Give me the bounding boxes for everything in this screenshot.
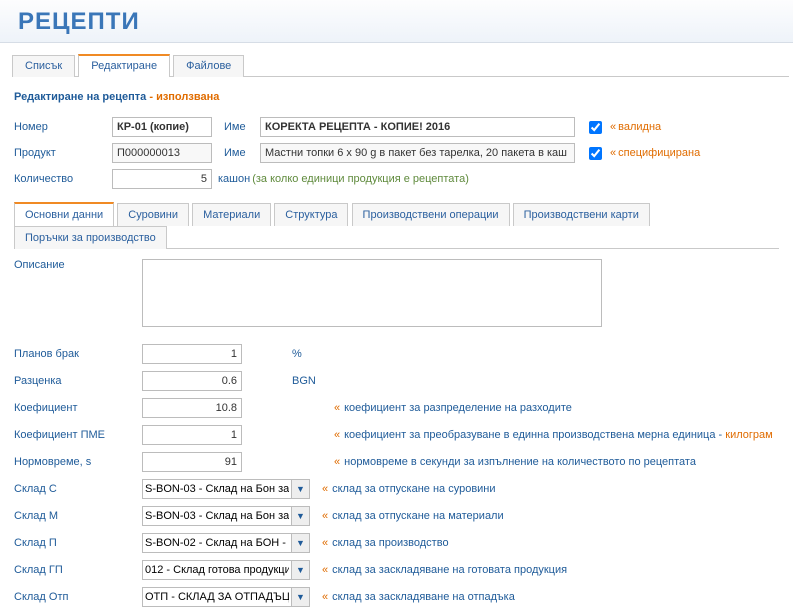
stock-m-select[interactable] (142, 506, 292, 526)
stock-p-dropdown-button[interactable]: ▼ (292, 533, 310, 553)
stock-gp-select[interactable] (142, 560, 292, 580)
tab-structure[interactable]: Структура (274, 203, 348, 226)
tab-raw[interactable]: Суровини (117, 203, 189, 226)
coef-pme-input[interactable] (142, 425, 242, 445)
label-stock-c: Склад С (14, 483, 142, 495)
rate-unit: BGN (292, 375, 334, 387)
label-name: Име (224, 121, 260, 133)
label-rate: Разценка (14, 375, 142, 387)
subheader: Редактиране на рецепта - използвана (14, 91, 779, 103)
label-number: Номер (14, 121, 112, 133)
stock-m-note: «склад за отпускане на материали (322, 510, 504, 522)
stock-otp-note: «склад за заскладяване на отпадъка (322, 591, 515, 603)
specified-checkbox[interactable] (589, 147, 602, 160)
label-stock-p: Склад П (14, 537, 142, 549)
stock-c-dropdown-button[interactable]: ▼ (292, 479, 310, 499)
norm-input[interactable] (142, 452, 242, 472)
tab-basic[interactable]: Основни данни (14, 202, 114, 226)
stock-p-note: «склад за производство (322, 537, 449, 549)
plan-reject-unit: % (292, 348, 334, 360)
tab-files[interactable]: Файлове (173, 55, 244, 77)
valid-label: валидна (618, 121, 661, 133)
label-stock-otp: Склад Отп (14, 591, 142, 603)
stock-m-dropdown-button[interactable]: ▼ (292, 506, 310, 526)
stock-gp-note: «склад за заскладяване на готовата проду… (322, 564, 567, 576)
label-norm: Нормовреме, s (14, 456, 142, 468)
label-desc: Описание (14, 259, 142, 271)
tab-list[interactable]: Списък (12, 55, 75, 77)
hint-prefix: « (610, 147, 616, 159)
tab-orders[interactable]: Поръчки за производство (14, 226, 167, 249)
label-product: Продукт (14, 147, 112, 159)
product-name-input[interactable] (260, 143, 575, 163)
label-plan-reject: Планов брак (14, 348, 142, 360)
top-tabs: Списък Редактиране Файлове (12, 53, 793, 76)
hint-prefix: « (610, 121, 616, 133)
rate-input[interactable] (142, 371, 242, 391)
coef-note: «коефициент за разпределение на разходит… (334, 402, 572, 414)
page-title: РЕЦЕПТИ (0, 0, 793, 43)
qty-input[interactable] (112, 169, 212, 189)
coef-input[interactable] (142, 398, 242, 418)
stock-gp-dropdown-button[interactable]: ▼ (292, 560, 310, 580)
number-input[interactable] (112, 117, 212, 137)
plan-reject-input[interactable] (142, 344, 242, 364)
desc-textarea[interactable] (142, 259, 602, 327)
specified-label: специфицирана (618, 147, 700, 159)
label-stock-m: Склад М (14, 510, 142, 522)
stock-c-note: «склад за отпускане на суровини (322, 483, 496, 495)
tab-edit[interactable]: Редактиране (78, 54, 170, 77)
stock-otp-select[interactable] (142, 587, 292, 607)
label-coef: Коефициент (14, 402, 142, 414)
label-stock-gp: Склад ГП (14, 564, 142, 576)
inner-tabs: Основни данни Суровини Материали Структу… (14, 201, 779, 248)
label-product-name: Име (224, 147, 260, 159)
coef-pme-note: «коефициент за преобразуване в единна пр… (334, 429, 773, 441)
norm-note: «нормовреме в секунди за изпълнение на к… (334, 456, 696, 468)
name-input[interactable] (260, 117, 575, 137)
label-qty: Количество (14, 173, 112, 185)
valid-checkbox[interactable] (589, 121, 602, 134)
tab-materials[interactable]: Материали (192, 203, 271, 226)
tab-ops[interactable]: Производствени операции (352, 203, 510, 226)
label-coef-pme: Коефициент ПМЕ (14, 429, 142, 441)
product-code-input[interactable] (112, 143, 212, 163)
qty-unit: кашон (218, 173, 250, 185)
tab-cards[interactable]: Производствени карти (513, 203, 650, 226)
stock-c-select[interactable] (142, 479, 292, 499)
stock-otp-dropdown-button[interactable]: ▼ (292, 587, 310, 607)
stock-p-select[interactable] (142, 533, 292, 553)
qty-hint: (за колко единици продукция е рецептата) (252, 173, 469, 185)
